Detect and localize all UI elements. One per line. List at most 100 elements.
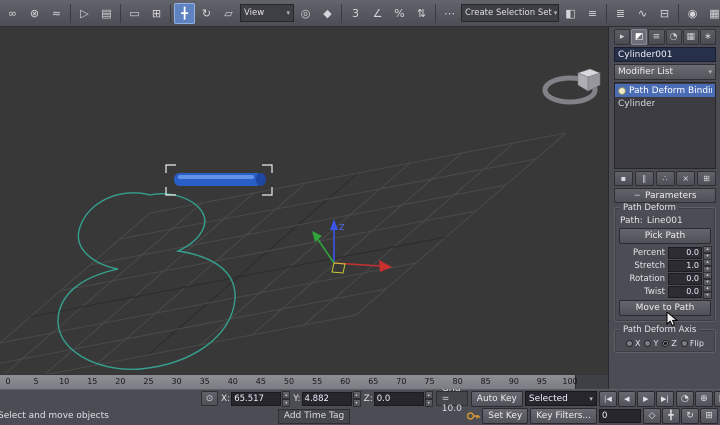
spinner-up-icon[interactable]: ▴ (703, 272, 712, 279)
align-icon[interactable]: ≡ (582, 3, 603, 24)
go-to-start-button[interactable]: |◀ (599, 391, 617, 407)
spinner-up-icon[interactable]: ▴ (703, 246, 712, 253)
perspective-viewport[interactable]: Z (0, 27, 608, 374)
cylinder-object[interactable] (174, 173, 266, 186)
use-pivot-center-icon[interactable]: ◎ (295, 3, 316, 24)
twist-spinner[interactable]: ▴▾ (703, 285, 712, 299)
play-animation-button[interactable]: ▶ (637, 391, 655, 407)
auto-key-button[interactable]: Auto Key (471, 391, 523, 407)
axis-radio-y[interactable]: Y (644, 339, 658, 348)
go-to-end-button[interactable]: ▶| (656, 391, 674, 407)
z-spinner[interactable]: ▴▾ (425, 391, 433, 407)
current-frame-field[interactable]: 0 (599, 409, 641, 423)
select-and-manipulate-icon[interactable]: ◆ (317, 3, 338, 24)
bind-to-spacewarp-icon[interactable]: ≈ (46, 3, 67, 24)
motion-tab[interactable]: ◔ (666, 29, 682, 45)
y-spinner[interactable]: ▴▾ (353, 391, 361, 407)
spinner-down-icon[interactable]: ▾ (425, 399, 433, 407)
unlink-selection-icon[interactable]: ⊗ (24, 3, 45, 24)
remove-modifier-button[interactable]: × (676, 171, 695, 186)
percent-snap-icon[interactable]: % (389, 3, 410, 24)
window-crossing-icon[interactable]: ⊞ (146, 3, 167, 24)
radio-icon (644, 340, 651, 347)
select-and-rotate-icon[interactable]: ↻ (196, 3, 217, 24)
spinner-up-icon[interactable]: ▴ (425, 391, 433, 399)
coordinate-y: Y:4.882▴▾ (293, 391, 360, 407)
object-name-field[interactable]: Cylinder001 (614, 47, 716, 62)
key-filters-button[interactable]: Key Filters... (530, 408, 597, 424)
utilities-tab[interactable]: ∗ (700, 29, 716, 45)
select-and-move-icon[interactable]: ╋ (174, 3, 195, 24)
layer-manager-icon[interactable]: ≣ (610, 3, 631, 24)
maximize-viewport-icon[interactable]: ⊞ (700, 408, 718, 424)
named-selection-sets-icon[interactable]: ⋯ (439, 3, 460, 24)
twist-field[interactable]: 0.0 (668, 286, 702, 298)
spinner-down-icon[interactable]: ▾ (353, 399, 361, 407)
select-by-name-icon[interactable]: ▤ (96, 3, 117, 24)
percent-field[interactable]: 0.0 (668, 247, 702, 259)
percent-spinner[interactable]: ▴▾ (703, 246, 712, 260)
schematic-view-icon[interactable]: ⊟ (654, 3, 675, 24)
axis-radio-z[interactable]: Z (662, 339, 676, 348)
move-to-path-button[interactable]: Move to Path (619, 300, 711, 316)
modifier-stack-item[interactable]: Path Deform Binding (WS (615, 84, 715, 97)
spinner-down-icon[interactable]: ▾ (703, 292, 712, 299)
pin-stack-button[interactable]: ▪ (614, 171, 633, 186)
add-time-tag[interactable]: Add Time Tag (278, 409, 350, 424)
rect-selection-region-icon[interactable]: ▭ (124, 3, 145, 24)
parameters-rollout-header[interactable]: − Parameters (614, 188, 716, 203)
previous-frame-button[interactable]: ◀ (618, 391, 636, 407)
spinner-up-icon[interactable]: ▴ (703, 259, 712, 266)
hierarchy-tab[interactable]: ≡ (648, 29, 664, 45)
chevron-down-icon: ▾ (286, 9, 290, 17)
spinner-up-icon[interactable]: ▴ (703, 285, 712, 292)
display-tab[interactable]: ▦ (683, 29, 699, 45)
rotation-field[interactable]: 0.0 (668, 273, 702, 285)
render-setup-icon[interactable]: ▦ (704, 3, 720, 24)
create-tab[interactable]: ▸ (614, 29, 630, 45)
timeline-ruler[interactable]: 0510152025303540455055606570758085909510… (0, 374, 608, 389)
modifier-onoff-icon[interactable] (618, 87, 626, 95)
axis-radio-flip[interactable]: Flip (681, 339, 704, 348)
stretch-spinner[interactable]: ▴▾ (703, 259, 712, 273)
pick-path-button[interactable]: Pick Path (619, 228, 711, 244)
z-field[interactable]: 0.0 (374, 392, 424, 406)
make-unique-button[interactable]: ∴ (656, 171, 675, 186)
reference-coordinate-dropdown[interactable]: View▾ (240, 4, 294, 22)
zoom-extents-icon[interactable]: ▣ (714, 391, 720, 407)
spinner-down-icon[interactable]: ▾ (282, 399, 290, 407)
modify-tab[interactable]: ◩ (631, 29, 647, 45)
snap-toggle-icon[interactable]: 3 (345, 3, 366, 24)
spinner-snap-icon[interactable]: ⇅ (411, 3, 432, 24)
material-editor-icon[interactable]: ◉ (682, 3, 703, 24)
select-and-scale-icon[interactable]: ▱ (218, 3, 239, 24)
select-and-link-icon[interactable]: ∞ (2, 3, 23, 24)
pan-icon[interactable]: ╋ (662, 408, 680, 424)
curve-editor-icon[interactable]: ∿ (632, 3, 653, 24)
mirror-icon[interactable]: ◧ (560, 3, 581, 24)
modifier-stack-item[interactable]: Cylinder (615, 97, 715, 110)
collapse-icon: − (633, 191, 641, 201)
x-field[interactable]: 65.517 (231, 392, 281, 406)
key-set-dropdown[interactable]: Selected ▾ (525, 391, 597, 406)
lock-selection-icon[interactable]: ⊙ (201, 391, 218, 406)
select-object-icon[interactable]: ▷ (74, 3, 95, 24)
fov-icon[interactable]: ◇ (643, 408, 661, 424)
y-field[interactable]: 4.882 (302, 392, 352, 406)
show-end-result-button[interactable]: ∥ (635, 171, 654, 186)
stretch-field[interactable]: 1.0 (668, 260, 702, 272)
modifier-list-dropdown[interactable]: Modifier List ▾ (614, 64, 716, 80)
angle-snap-icon[interactable]: ∠ (367, 3, 388, 24)
set-key-button[interactable]: Set Key (482, 408, 528, 424)
x-spinner[interactable]: ▴▾ (282, 391, 290, 407)
named-selection-set-dropdown[interactable]: Create Selection Set▾ (461, 4, 559, 22)
spinner-up-icon[interactable]: ▴ (282, 391, 290, 399)
set-key-icon[interactable] (466, 410, 480, 422)
orbit-icon[interactable]: ↻ (681, 408, 699, 424)
zoom-icon[interactable]: ◔ (676, 391, 694, 407)
rotation-spinner[interactable]: ▴▾ (703, 272, 712, 286)
configure-modifier-sets-button[interactable]: ⊞ (697, 171, 716, 186)
zoom-all-icon[interactable]: ⊕ (695, 391, 713, 407)
spinner-up-icon[interactable]: ▴ (353, 391, 361, 399)
axis-radio-x[interactable]: X (626, 339, 640, 348)
